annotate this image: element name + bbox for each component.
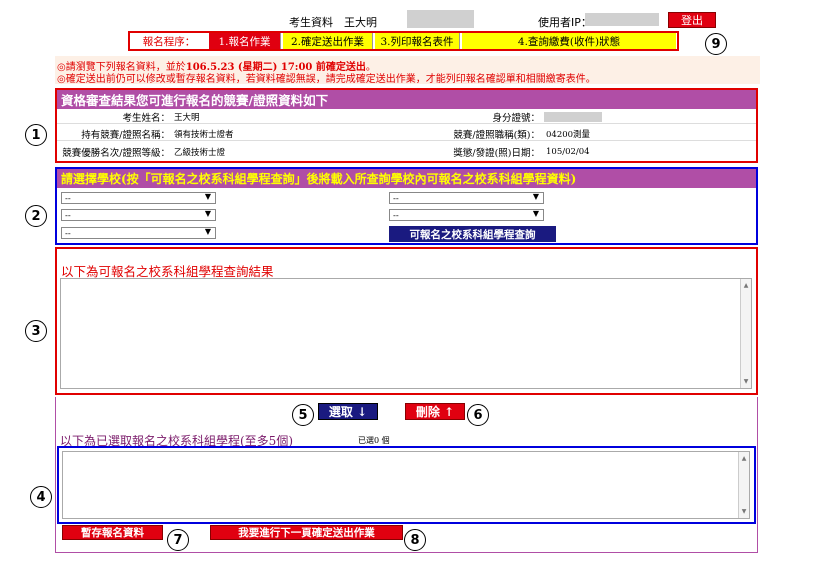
award-date-value: 105/02/04 — [546, 147, 590, 157]
chevron-down-icon: ▼ — [204, 192, 211, 201]
school-select-2[interactable]: -- ▼ — [389, 192, 544, 204]
cert-name-value: 領有技術士證者 — [174, 129, 234, 140]
selected-list[interactable]: ▲ ▼ — [62, 451, 750, 519]
award-date-label: 獎懲/發證(照)日期： — [453, 148, 540, 159]
scroll-down-icon: ▼ — [741, 508, 747, 515]
school-select-1[interactable]: -- ▼ — [61, 192, 216, 204]
qualification-row-3: 競賽優勝名次/證照等級： 乙級技術士證 獎懲/發證(照)日期： 105/02/0… — [57, 145, 756, 159]
logout-button[interactable]: 登出 — [668, 12, 716, 28]
user-ip-masked — [585, 13, 659, 26]
marker-8: 8 — [404, 529, 426, 551]
chevron-down-icon: ▼ — [204, 227, 211, 236]
applicant-id-masked — [407, 10, 474, 28]
notice-line-2: ◎確定送出前仍可以修改或暫存報名資料，若資料確認無誤，請完成確定送出作業，才能列… — [57, 74, 596, 85]
step-1-tab[interactable]: 1.報名作業 — [209, 33, 281, 49]
step-2-tab[interactable]: 2.確定送出作業 — [283, 33, 373, 49]
next-step-button[interactable]: 我要進行下一頁確定送出作業 — [210, 525, 403, 540]
cert-class-value: 04200測量 — [546, 129, 591, 140]
qualification-row-2: 持有競賽/證照名稱： 領有技術士證者 競賽/證照職稱(類)： 04200測量 — [57, 127, 756, 141]
applicant-name: 王大明 — [344, 16, 377, 29]
school-select-1-value: -- — [65, 193, 71, 203]
chevron-down-icon: ▼ — [532, 209, 539, 218]
id-value-masked — [544, 112, 602, 122]
name-value: 王大明 — [174, 112, 200, 123]
school-select-title: 請選擇學校(按「可報名之校系科組學程查詢」後將載入所查詢學校內可報名之校系科組學… — [57, 169, 756, 188]
scroll-down-icon: ▼ — [743, 378, 749, 385]
query-result-section: 以下為可報名之校系科組學程查詢結果 ▲ ▼ — [55, 247, 758, 395]
steps-label: 報名程序： — [142, 35, 196, 48]
school-select-5[interactable]: -- ▼ — [61, 227, 216, 239]
selected-count: 已選0 個 — [358, 436, 390, 445]
query-button[interactable]: 可報名之校系科組學程查詢 — [389, 226, 556, 242]
school-select-section: 請選擇學校(按「可報名之校系科組學程查詢」後將載入所查詢學校內可報名之校系科組學… — [55, 167, 758, 245]
school-select-4-value: -- — [393, 210, 399, 220]
query-result-list[interactable]: ▲ ▼ — [60, 278, 752, 389]
selected-section: ▲ ▼ — [57, 446, 756, 524]
scroll-up-icon: ▲ — [743, 282, 749, 289]
qualification-row-1: 考生姓名： 王大明 身分證號： — [57, 110, 756, 124]
selected-scrollbar[interactable]: ▲ ▼ — [738, 452, 749, 518]
step-3-tab[interactable]: 3.列印報名表件 — [375, 33, 460, 49]
save-draft-button[interactable]: 暫存報名資料 — [62, 525, 163, 540]
school-select-5-value: -- — [65, 228, 71, 238]
chevron-down-icon: ▼ — [532, 192, 539, 201]
school-select-4[interactable]: -- ▼ — [389, 209, 544, 221]
marker-9: 9 — [705, 33, 727, 55]
name-label: 考生姓名： — [122, 112, 170, 124]
qualification-title: 資格審查結果您可進行報名的競賽/證照資料如下 — [57, 90, 756, 109]
marker-4: 4 — [30, 486, 52, 508]
school-select-3-value: -- — [65, 210, 71, 220]
marker-3: 3 — [25, 320, 47, 342]
rank-label: 競賽優勝名次/證照等級： — [62, 148, 170, 159]
marker-2: 2 — [25, 205, 47, 227]
school-select-3[interactable]: -- ▼ — [61, 209, 216, 221]
marker-1: 1 — [25, 124, 47, 146]
applicant-info-label: 考生資料 — [289, 16, 333, 29]
marker-7: 7 — [167, 529, 189, 551]
school-select-2-value: -- — [393, 193, 399, 203]
step-4-tab[interactable]: 4.查詢繳費(收件)狀態 — [462, 33, 676, 49]
rank-value: 乙級技術士證 — [174, 148, 226, 158]
cert-class-label: 競賽/證照職稱(類)： — [453, 129, 540, 141]
query-result-scrollbar[interactable]: ▲ ▼ — [740, 279, 751, 388]
id-label: 身分證號： — [492, 112, 540, 124]
chevron-down-icon: ▼ — [204, 209, 211, 218]
user-ip-label: 使用者IP： — [538, 16, 592, 29]
scroll-up-icon: ▲ — [741, 455, 747, 462]
qualification-section: 資格審查結果您可進行報名的競賽/證照資料如下 考生姓名： 王大明 身分證號： 持… — [55, 88, 758, 163]
cert-name-label: 持有競賽/證照名稱： — [81, 129, 170, 141]
